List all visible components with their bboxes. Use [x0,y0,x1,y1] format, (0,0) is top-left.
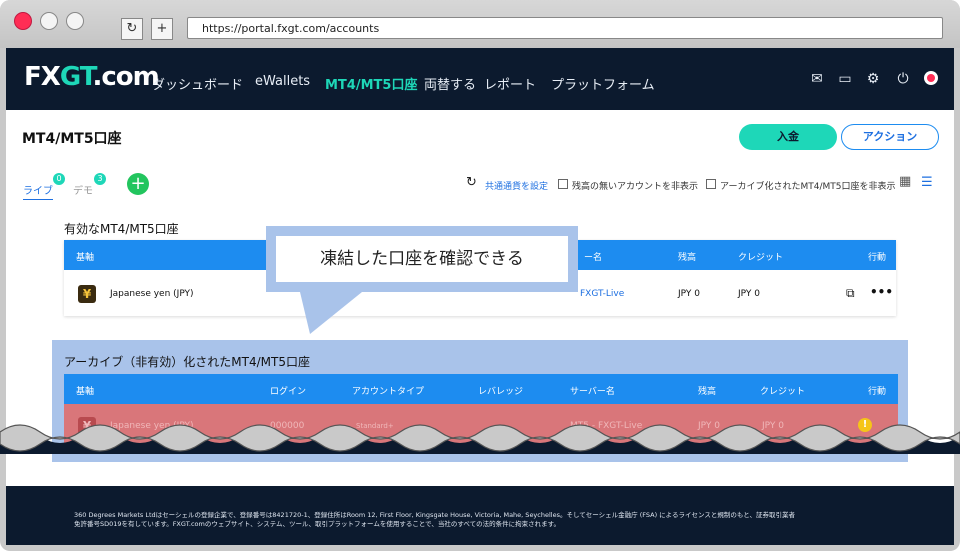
yen-icon: ¥ [78,285,96,303]
page-title: MT4/MT5口座 [22,131,122,147]
nav-mt4-mt5-accounts[interactable]: MT4/MT5口座 [325,74,417,93]
col-account-type: アカウントタイプ [352,387,425,397]
logo-gt: GT [59,62,94,92]
footer-line-1: 360 Degrees Markets Ltdはセーシェルの登録企業で、登録番号… [74,511,795,519]
credit-cell: JPY 0 [738,289,760,299]
nav-reports[interactable]: レポート [484,74,536,93]
terminal-icon[interactable]: ⧉ [846,286,855,301]
grid-view-icon[interactable]: ▦ [899,174,911,189]
more-options-icon[interactable]: ••• [870,285,893,299]
browser-window: ↻ + https://portal.fxgt.com/accounts FXG… [0,0,960,551]
wallet-icon[interactable]: ▭ [836,70,854,88]
footer-disclaimer: 360 Degrees Markets Ltdはセーシェルの登録企業で、登録番号… [74,511,894,529]
col-base: 基軸 [76,387,95,397]
maximize-window-button[interactable] [66,12,84,30]
torn-edge-decoration [0,424,960,454]
col-server: ー名 [584,253,603,263]
fxgt-logo[interactable]: FXGT.com [24,62,160,92]
hide-archived-checkbox[interactable] [706,179,716,189]
footer-line-2: 免許番号SD019を有しています。FXGT.comのウェブサイト、システム、ツー… [74,520,560,528]
col-server: サーバー名 [570,387,615,397]
col-balance: 残高 [698,387,717,397]
logo-fx: FX [24,62,61,92]
callout-tail [300,292,362,334]
browser-chrome: ↻ + https://portal.fxgt.com/accounts [0,0,960,48]
common-currency-link[interactable]: 共通通貨を設定 [485,179,548,192]
action-button[interactable]: アクション [841,124,939,150]
refresh-icon: ↻ [466,175,477,190]
col-balance: 残高 [678,253,697,263]
demo-count-badge: 3 [94,173,106,185]
hide-archived-label: アーカイブ化されたMT4/MT5口座を非表示 [720,182,896,192]
page-viewport: FXGT.com ダッシュボード eWallets MT4/MT5口座 両替する… [6,48,954,545]
deposit-button[interactable]: 入金 [739,124,837,150]
hide-zero-checkbox[interactable] [558,179,568,189]
col-base: 基軸 [76,253,95,263]
power-icon[interactable]: ⏻ [894,70,912,88]
tab-live[interactable]: ライブ [23,182,53,200]
top-nav: FXGT.com ダッシュボード eWallets MT4/MT5口座 両替する… [6,48,954,110]
record-icon[interactable] [924,71,938,85]
nav-exchange[interactable]: 両替する [424,74,476,93]
server-cell: FXGT-Live [580,289,625,299]
col-credit: クレジット [738,253,784,263]
address-bar[interactable]: https://portal.fxgt.com/accounts [187,17,943,39]
add-account-button[interactable]: + [127,173,149,195]
nav-ewallets[interactable]: eWallets [255,74,310,89]
plus-icon[interactable]: + [151,18,173,40]
col-credit: クレジット [760,387,806,397]
col-action: 行動 [868,253,887,263]
col-leverage: レバレッジ [478,387,524,397]
nav-platforms[interactable]: プラットフォーム [551,74,655,93]
balance-cell: JPY 0 [678,289,700,299]
list-view-icon[interactable]: ☰ [921,175,933,190]
callout-text: 凍結した口座を確認できる [276,236,568,282]
table-header: 基軸 ログイン アカウントタイプ レバレッジ サーバー名 残高 クレジット 行動 [64,374,898,404]
col-login: ログイン [270,387,307,397]
close-window-button[interactable] [14,12,32,30]
nav-dashboard[interactable]: ダッシュボード [152,74,243,93]
tab-demo[interactable]: デモ [73,182,93,197]
currency-cell: Japanese yen (JPY) [110,289,194,299]
live-count-badge: 0 [53,173,65,185]
mail-icon[interactable]: ✉ [808,70,826,88]
archived-accounts-title: アーカイブ（非有効）化されたMT4/MT5口座 [64,355,310,369]
logo-com: .com [92,62,159,92]
reload-icon[interactable]: ↻ [121,18,143,40]
minimize-window-button[interactable] [40,12,58,30]
col-action: 行動 [868,387,887,397]
active-accounts-title: 有効なMT4/MT5口座 [64,222,179,236]
gear-icon[interactable]: ⚙ [864,70,882,88]
hide-zero-label: 残高の無いアカウントを非表示 [572,182,699,192]
